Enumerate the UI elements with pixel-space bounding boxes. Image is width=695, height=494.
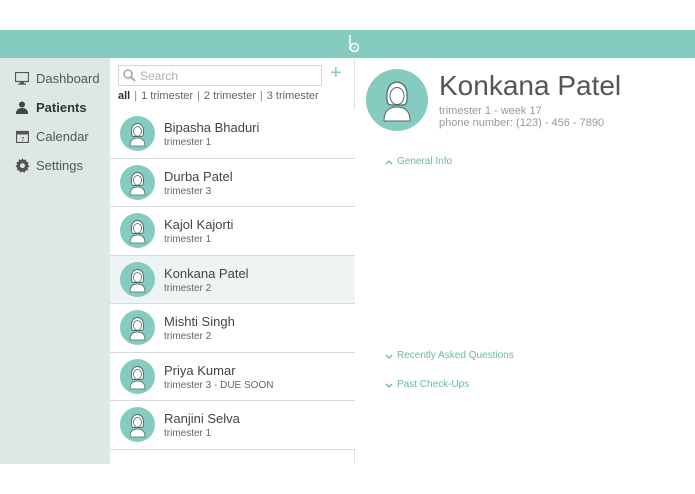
filter-trimester-2[interactable]: 2 trimester: [204, 90, 256, 102]
search-icon: [123, 69, 136, 82]
add-patient-button[interactable]: +: [330, 63, 342, 83]
avatar-icon: [120, 116, 155, 151]
patient-name: Ranjini Selva: [164, 411, 240, 426]
section-label: Past Check-Ups: [397, 379, 470, 390]
patient-trimester: trimester 1 - week 17: [439, 105, 542, 117]
section-recently-asked-questions[interactable]: Recently Asked Questions: [384, 350, 514, 361]
monitor-icon: [14, 70, 30, 86]
patient-list-panel: + all|1 trimester|2 trimester|3 trimeste…: [110, 58, 355, 464]
section-label: Recently Asked Questions: [397, 350, 514, 361]
chevron-down-icon: [385, 354, 393, 359]
patient-name: Bipasha Bhaduri: [164, 120, 260, 135]
sidebar-item-dashboard[interactable]: Dashboard: [14, 68, 100, 88]
patient-name: Mishti Singh: [164, 314, 235, 329]
gear-icon: [14, 157, 30, 173]
patient-name: Kajol Kajorti: [164, 217, 234, 232]
sidebar-item-label: Dashboard: [36, 70, 100, 86]
trimester-filters: all | 1 trimester | 2 trimester | 3 trimester: [118, 90, 319, 102]
sidebar-item-calendar[interactable]: 7 Calendar: [14, 126, 89, 146]
filter-trimester-3[interactable]: 3 trimester: [267, 90, 319, 102]
patient-row[interactable]: Ranjini Selva trimester 1: [110, 401, 355, 450]
avatar-icon: [120, 358, 155, 394]
svg-text:7: 7: [20, 136, 24, 143]
patient-row[interactable]: Mishti Singh trimester 2: [110, 304, 355, 353]
filter-trimester-1[interactable]: 1 trimester: [141, 90, 193, 102]
patient-row[interactable]: Bipasha Bhaduri trimester 1: [110, 110, 355, 159]
calendar-icon: 7: [14, 128, 30, 144]
sidebar-item-label: Patients: [36, 99, 87, 115]
avatar-icon: [120, 213, 155, 248]
person-icon: [14, 99, 30, 115]
chevron-up-icon: [385, 159, 393, 164]
search-input[interactable]: [140, 68, 310, 83]
sidebar-item-label: Calendar: [36, 128, 89, 144]
patient-status: trimester 3 - DUE SOON: [164, 379, 274, 391]
section-general-info[interactable]: General Info: [384, 156, 452, 167]
filter-all[interactable]: all: [118, 90, 130, 102]
avatar-icon: [120, 310, 155, 345]
sidebar-item-settings[interactable]: Settings: [14, 155, 83, 175]
patient-status: trimester 3: [164, 185, 212, 197]
patient-status: trimester 1: [164, 137, 212, 148]
patient-status: trimester 1: [164, 234, 212, 245]
patient-status: trimester 2: [164, 282, 212, 294]
top-bar: [0, 30, 695, 58]
patient-row[interactable]: Kajol Kajorti trimester 1: [110, 207, 355, 256]
patient-name: Priya Kumar: [164, 362, 236, 378]
patient-status: trimester 2: [164, 331, 212, 342]
patient-row[interactable]: Durba Patel trimester 3: [110, 158, 355, 207]
app-logo-icon[interactable]: [346, 34, 362, 54]
patient-detail: Konkana Patel trimester 1 - week 17 phon…: [356, 58, 695, 464]
sidebar-item-patients[interactable]: Patients: [14, 97, 87, 117]
chevron-down-icon: [385, 383, 393, 388]
patient-row[interactable]: Konkana Patel trimester 2: [110, 255, 355, 304]
sidebar-item-label: Settings: [36, 157, 83, 173]
section-past-check-ups[interactable]: Past Check-Ups: [384, 379, 469, 390]
section-label: General Info: [397, 156, 453, 167]
avatar-icon: [120, 407, 155, 442]
search-box[interactable]: [118, 65, 322, 86]
patient-list: Bipasha Bhaduri trimester 1 Durba Patel tri…: [110, 110, 355, 450]
avatar-icon: [366, 69, 428, 131]
patient-row[interactable]: Priya Kumar trimester 3 - DUE SOON: [110, 352, 355, 401]
patient-name: Durba Patel: [164, 168, 233, 184]
patient-name: Konkana Patel: [164, 265, 249, 281]
patient-status: trimester 1: [164, 428, 212, 439]
sidebar: Dashboard Patients 7 Calendar Settings: [0, 58, 110, 464]
avatar-icon: [120, 261, 155, 297]
patient-name-heading: Konkana Patel: [439, 70, 622, 101]
patient-phone: phone number: (123) - 456 - 7890: [439, 117, 605, 129]
avatar-icon: [120, 164, 155, 200]
